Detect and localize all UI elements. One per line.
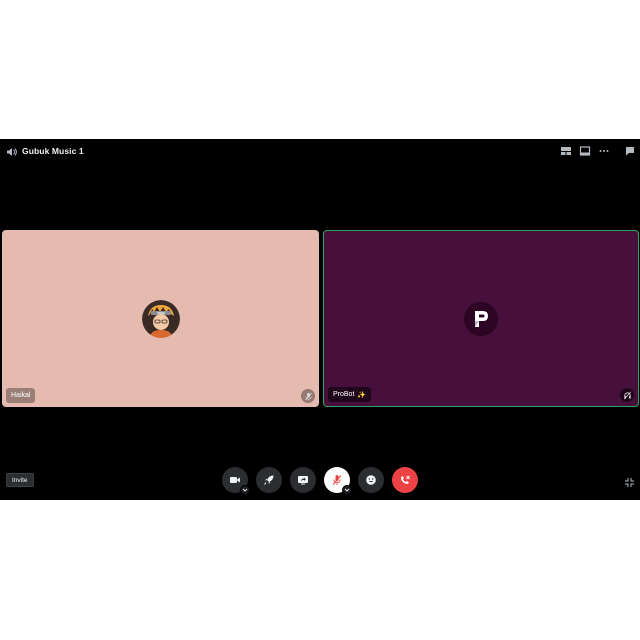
participant-name-tag: Haikal (6, 388, 36, 403)
camera-button[interactable] (222, 467, 250, 495)
chat-icon[interactable] (624, 144, 636, 156)
sparkle-icon: ✨ (357, 391, 367, 399)
camera-icon (230, 477, 240, 483)
rocket-icon (264, 475, 274, 485)
speaker-icon (6, 145, 18, 157)
participant-name: Haikal (11, 392, 31, 399)
chevron-down-icon[interactable] (342, 485, 352, 495)
participant-name-tag: ProBot ✨ (328, 387, 372, 402)
voice-call-window: Gubuk Music 1 Haikal ProBot ✨ Invite (0, 139, 640, 500)
screen-share-button[interactable] (290, 467, 316, 493)
channel-name: Gubuk Music 1 (22, 145, 84, 156)
chevron-down-icon[interactable] (240, 485, 250, 495)
participant-name: ProBot (333, 391, 355, 398)
popout-icon[interactable] (579, 144, 591, 156)
user-avatar (141, 299, 180, 338)
activities-button[interactable] (256, 467, 282, 493)
participant-tile-haikal[interactable]: Haikal (2, 230, 319, 407)
smile-icon (366, 475, 376, 485)
exit-fullscreen-icon[interactable] (624, 475, 635, 487)
muted-mic-icon (301, 389, 315, 403)
phone-hangup-icon (401, 475, 410, 484)
probot-logo (464, 301, 498, 336)
muted-mic-icon (332, 475, 342, 485)
header-actions (553, 144, 636, 156)
soundboard-button[interactable] (358, 467, 384, 493)
call-controls (0, 467, 640, 495)
call-header: Gubuk Music 1 (0, 139, 640, 161)
grid-layout-icon[interactable] (560, 144, 572, 156)
headset-icon (620, 388, 634, 402)
more-icon[interactable] (598, 144, 610, 156)
microphone-button[interactable] (324, 467, 352, 495)
screen-share-icon (298, 476, 308, 485)
disconnect-button[interactable] (392, 467, 418, 493)
participant-tile-probot[interactable]: ProBot ✨ (323, 230, 639, 407)
channel-title: Gubuk Music 1 (6, 144, 84, 157)
